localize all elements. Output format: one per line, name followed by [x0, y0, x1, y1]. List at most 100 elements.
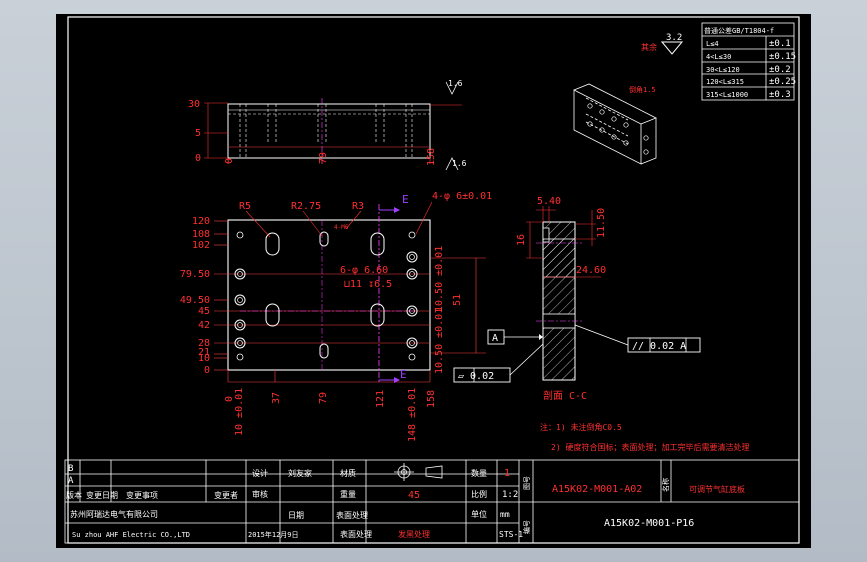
thread-small-note: 4-M6: [334, 224, 349, 231]
iso-hole: [587, 121, 593, 127]
part-name: 可调节气缸底板: [689, 484, 745, 494]
radius-r275: R2.75: [291, 201, 321, 212]
front-tol-b2: 148 ±0.01: [407, 388, 418, 442]
parallel-tol-value: // 0.02 A: [632, 341, 686, 352]
bottom-roughness-value: 1.6: [452, 159, 467, 168]
front-tol-r2: 10.50 ±0.01: [434, 308, 445, 374]
front-dim-left: 42: [198, 320, 210, 331]
qty-label: 数量: [471, 468, 487, 478]
check-label: 审核: [252, 489, 268, 499]
tol-range: 4<L≤30: [706, 53, 731, 61]
roughness-icon: [660, 41, 684, 55]
front-dim-left: 79.50: [180, 269, 210, 280]
note-2: 2) 硬度符合国标；表面处理；加工完毕后需要清洁处理: [551, 442, 749, 452]
front-dim-left: 45: [198, 306, 210, 317]
tol-range: L≤4: [706, 40, 719, 48]
code-value: STS-1: [499, 530, 523, 539]
iso-hole: [643, 135, 649, 141]
hdr-items: 变更事项: [126, 490, 158, 500]
company-en: Su zhou AHF Electric CO.,LTD: [72, 531, 190, 539]
front-view-outline: [227, 219, 431, 371]
design-label: 设计: [252, 468, 268, 478]
part-no: A15K02-M001-P16: [604, 518, 694, 529]
front-dim-left: 49.50: [180, 295, 210, 306]
top-dim-0: 0: [195, 153, 201, 164]
date-label: 日期: [288, 511, 304, 520]
cad-drawing: 3.2 其余 普通公差GB/T1804-f L≤4 ±0.1 4<L≤30 ±0.15…: [64, 16, 800, 544]
front-dim-b37: 37: [271, 392, 282, 404]
iso-hole: [643, 149, 649, 155]
front-dim-b158: 158: [426, 390, 437, 408]
top-view-outline: [227, 103, 431, 159]
slot-left-bottom: [265, 303, 280, 327]
date-value: 2015年12月9日: [248, 530, 299, 539]
scale-value: 1:2: [502, 490, 518, 500]
scale-label: 比例: [471, 489, 487, 499]
front-tol-r1: 10.50 ±0.01: [434, 246, 445, 312]
surface-label-2: 表面处理: [340, 529, 372, 539]
drawing-sheet: 3.2 其余 普通公差GB/T1804-f L≤4 ±0.1 4<L≤30 ±0.15…: [56, 14, 811, 548]
slot-left-top: [265, 232, 280, 256]
front-view: R5 R2.75 R3 4-M6 4-φ 6±0.01 6-φ 6.60 ⊔11…: [180, 191, 492, 442]
cbore-note: ⊔11 ↧6.5: [344, 279, 392, 290]
slot-right-top: [370, 232, 385, 256]
top-roughness-value: 1.6: [448, 79, 463, 88]
section-dim-540: 5.40: [537, 196, 561, 207]
section-mark-bottom: E: [400, 368, 407, 381]
front-dim-b79: 79: [318, 392, 329, 404]
part-no-label: 编号: [522, 520, 531, 534]
tol-range: 120<L≤315: [706, 78, 744, 86]
top-dim-30: 30: [188, 99, 200, 110]
slot-small-bottom: [319, 343, 329, 359]
tolerance-rows: L≤4 ±0.1 4<L≤30 ±0.15 30<L≤120 ±0.2 120<L≤315 ±…: [706, 39, 796, 100]
slot-small-top: [319, 231, 329, 247]
thread-note: 6-φ 6.60: [340, 265, 388, 276]
hdr-changer: 变更者: [214, 490, 238, 500]
tol-value: ±0.3: [769, 90, 791, 100]
section-dim-1150: 11.50: [596, 208, 607, 238]
iso-note: 倒角1.5: [629, 85, 656, 94]
iso-holes: [587, 103, 649, 155]
front-dim-left: 102: [192, 240, 210, 251]
front-left-dims: 12010810279.5049.5045422821100: [180, 216, 210, 376]
tol-value: ±0.2: [769, 65, 791, 75]
top-dim-5: 5: [195, 128, 201, 139]
slot-right-bottom: [370, 303, 385, 327]
iso-hole: [623, 122, 629, 128]
tol-range: 30<L≤120: [706, 66, 740, 74]
surface-label: 表面处理: [336, 510, 368, 520]
iso-hole: [611, 116, 617, 122]
datum-label: A: [492, 333, 498, 344]
tol-value: ±0.25: [769, 77, 796, 87]
iso-hole: [599, 109, 605, 115]
section-label: 剖面 C-C: [543, 389, 587, 402]
front-dim-left: 0: [204, 365, 210, 376]
holes-note: 4-φ 6±0.01: [432, 191, 492, 202]
company-cn: 苏州阿瑞达电气有限公司: [70, 509, 158, 519]
tol-value: ±0.15: [769, 52, 796, 62]
general-roughness: 3.2 其余: [641, 33, 684, 55]
radius-r5: R5: [239, 201, 251, 212]
unit-label: 单位: [471, 509, 487, 519]
tol-range: 315<L≤1000: [706, 91, 748, 99]
iso-hole: [587, 103, 593, 109]
section-view: 5.40 11.50 16 24.60 A // 0.02 A ▱ 0.02 剖…: [453, 196, 701, 402]
front-dim-b121: 121: [375, 390, 386, 408]
front-dim-left: 108: [192, 229, 210, 240]
drawing-no: A15K02-M001-A02: [552, 484, 642, 495]
section-dim-16: 16: [516, 234, 527, 246]
mounting-hole: [406, 251, 418, 263]
roughness-label: 其余: [641, 42, 657, 52]
mounting-hole: [234, 294, 246, 306]
top-dim-b0: 0: [224, 158, 235, 164]
front-tol-b1: 10 ±0.01: [234, 388, 245, 436]
material-label: 材质: [340, 468, 356, 478]
tol-value: ±0.1: [769, 39, 791, 49]
part-name-label: 名称: [661, 478, 670, 492]
unit-value: mm: [500, 510, 510, 519]
front-dim-51: 51: [452, 294, 463, 306]
rev-row-a: A: [68, 476, 74, 486]
flatness-tol-value: ▱ 0.02: [458, 371, 494, 382]
tolerance-title: 普通公差GB/T1804-f: [704, 26, 774, 35]
front-dim-left: 10: [198, 353, 210, 364]
